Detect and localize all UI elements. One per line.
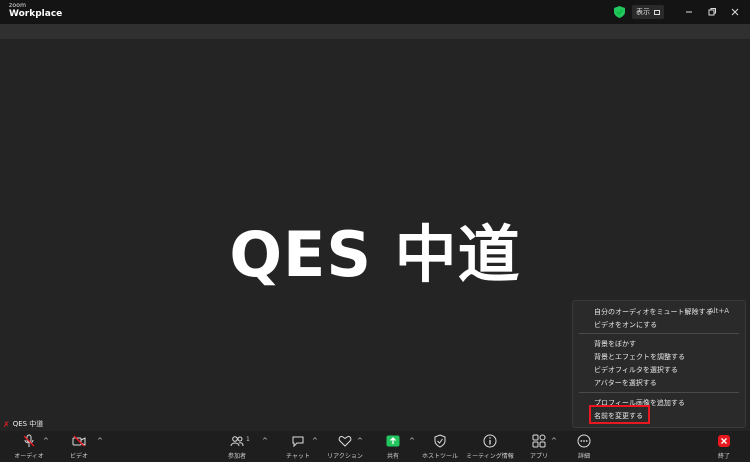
menu-item-unmute[interactable]: 自分のオーディオをミュート解除する xyxy=(594,307,713,317)
video-context-menu: 自分のオーディオをミュート解除する Alt+A ビデオをオンにする 背景をぼかす… xyxy=(572,300,746,428)
reactions-button[interactable]: リアクション xyxy=(326,431,364,462)
heart-icon xyxy=(338,436,352,447)
more-button[interactable]: 詳細 xyxy=(572,431,596,462)
end-x-icon xyxy=(718,435,730,447)
meeting-info-label: ミーティング情報 xyxy=(466,453,514,460)
more-label: 詳細 xyxy=(577,453,590,460)
end-label: 終了 xyxy=(717,453,730,460)
host-shield-icon xyxy=(434,434,446,448)
restore-icon[interactable] xyxy=(706,6,718,18)
menu-item-video-filter[interactable]: ビデオフィルタを選択する xyxy=(594,365,678,375)
share-screen-icon xyxy=(386,435,400,447)
end-meeting-button[interactable]: 終了 xyxy=(712,431,736,462)
audio-label: オーディオ xyxy=(14,453,44,460)
muted-mic-icon: ✗ xyxy=(3,419,10,429)
rename-highlight-box xyxy=(589,405,650,424)
menu-item-blur[interactable]: 背景をぼかす xyxy=(594,339,636,349)
apps-chevron-icon[interactable]: ^ xyxy=(551,437,557,445)
chat-chevron-icon[interactable]: ^ xyxy=(312,437,318,445)
app-logo: zoom Workplace xyxy=(9,3,62,19)
chat-label: チャット xyxy=(286,453,310,460)
menu-item-bg-effects[interactable]: 背景とエフェクトを調整する xyxy=(594,352,685,362)
audio-options-chevron-icon[interactable]: ^ xyxy=(43,437,49,445)
security-shield-icon[interactable] xyxy=(614,6,625,18)
video-options-chevron-icon[interactable]: ^ xyxy=(97,437,103,445)
apps-label: アプリ xyxy=(529,453,548,460)
reactions-label: リアクション xyxy=(327,453,363,460)
chat-button[interactable]: チャット xyxy=(283,431,313,462)
video-label: ビデオ xyxy=(69,453,88,460)
participants-count: 1 xyxy=(246,436,250,443)
apps-button[interactable]: アプリ xyxy=(526,431,552,462)
logo-bottom: Workplace xyxy=(9,9,63,19)
share-chevron-icon[interactable]: ^ xyxy=(409,437,415,445)
info-icon xyxy=(483,434,497,448)
menu-item-video-on[interactable]: ビデオをオンにする xyxy=(594,320,657,330)
host-tools-button[interactable]: ホストツール xyxy=(420,431,460,462)
meeting-toolbar: オーディオ ^ ビデオ ^ 参加者 1 ^ チャット ^ リアクション ^ 共有… xyxy=(0,431,750,462)
host-tools-label: ホストツール xyxy=(421,453,458,460)
close-icon[interactable] xyxy=(729,6,741,18)
chat-bubble-icon xyxy=(292,436,304,448)
apps-grid-icon xyxy=(532,434,546,448)
top-strip xyxy=(0,24,750,39)
participant-name-tag: ✗ QES 中道 xyxy=(3,419,43,429)
audio-button[interactable]: オーディオ xyxy=(12,431,46,462)
share-button[interactable]: 共有 xyxy=(380,431,406,462)
reactions-chevron-icon[interactable]: ^ xyxy=(357,437,363,445)
camera-off-icon xyxy=(72,435,86,447)
view-button[interactable]: 表示 xyxy=(632,5,664,19)
participants-chevron-icon[interactable]: ^ xyxy=(262,437,268,445)
minimize-icon[interactable] xyxy=(683,6,695,18)
menu-shortcut-unmute: Alt+A xyxy=(708,307,729,315)
more-dots-icon xyxy=(577,434,591,448)
name-tag-label: QES 中道 xyxy=(12,420,44,428)
menu-item-avatar[interactable]: アバターを選択する xyxy=(594,378,657,388)
participants-icon xyxy=(230,436,244,447)
view-grid-icon xyxy=(654,9,660,15)
menu-divider xyxy=(579,392,739,393)
participants-label: 参加者 xyxy=(227,453,246,460)
participant-display-name: QES 中道 xyxy=(229,218,521,291)
view-label: 表示 xyxy=(636,8,650,16)
microphone-muted-icon xyxy=(23,434,35,447)
title-bar: zoom Workplace 表示 xyxy=(0,0,750,24)
meeting-info-button[interactable]: ミーティング情報 xyxy=(466,431,514,462)
share-label: 共有 xyxy=(386,453,399,460)
menu-divider xyxy=(579,333,739,334)
video-button[interactable]: ビデオ xyxy=(62,431,96,462)
